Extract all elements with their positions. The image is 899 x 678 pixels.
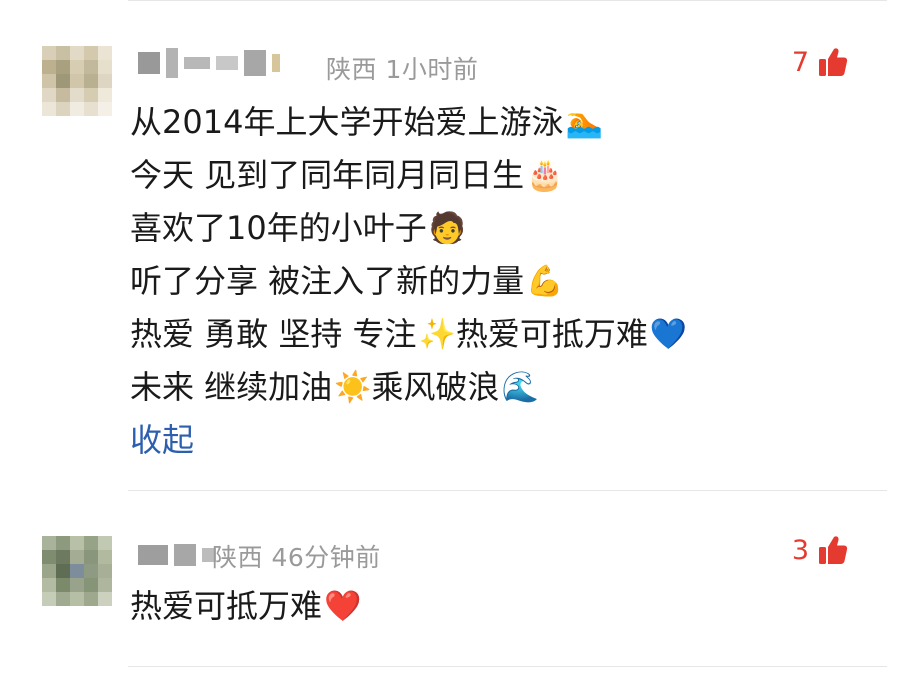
location: 陕西 [212, 543, 264, 572]
comment-text: 听了分享 被注入了新的力量 [130, 262, 525, 300]
divider [128, 490, 887, 491]
username[interactable] [138, 538, 216, 572]
location: 陕西 [326, 55, 378, 84]
comment-text: 喜欢了10年的小叶子 [130, 209, 427, 247]
comment-text: 乘风破浪 [371, 368, 500, 406]
wave-icon: 🌊 [501, 369, 539, 405]
comment-line: 喜欢了10年的小叶子 🧑 [130, 202, 687, 255]
username[interactable] [138, 46, 280, 80]
comment-text: 热爱可抵万难 [130, 587, 323, 625]
red-heart-icon: ❤️ [324, 588, 362, 624]
thumbs-up-icon [819, 536, 848, 564]
birthday-cake-icon: 🎂 [526, 157, 564, 193]
comment-text: 热爱 勇敢 坚持 专注 [130, 315, 417, 353]
comment-body: 热爱可抵万难 ❤️ [130, 580, 361, 633]
avatar[interactable] [42, 536, 112, 606]
avatar[interactable] [42, 46, 112, 116]
comment-list: 陕西 1小时前 7 从2014年上大学开始爱上游泳 🏊 今天 见到了同年同月同日生… [0, 0, 899, 678]
comment-line: 今天 见到了同年同月同日生 🎂 [130, 149, 687, 202]
comment-line: 从2014年上大学开始爱上游泳 🏊 [130, 96, 687, 149]
divider [128, 0, 887, 1]
comment-text: 今天 见到了同年同月同日生 [130, 156, 525, 194]
timestamp: 1小时前 [385, 55, 479, 84]
like-count: 7 [791, 46, 809, 78]
comment-text: 从2014年上大学开始爱上游泳 [130, 103, 564, 141]
blue-heart-icon: 💙 [649, 316, 688, 352]
like-button[interactable]: 3 [792, 534, 849, 566]
comment-line: 热爱 勇敢 坚持 专注 ✨ 热爱可抵万难 💙 [130, 308, 687, 361]
comment-meta: 陕西 1小时前 [326, 50, 478, 86]
comment-line: 热爱可抵万难 ❤️ [130, 580, 361, 633]
sparkles-icon: ✨ [418, 316, 456, 352]
thumbs-up-icon [819, 48, 848, 76]
comment-body: 从2014年上大学开始爱上游泳 🏊 今天 见到了同年同月同日生 🎂 喜欢了10年的小… [130, 96, 687, 467]
timestamp: 46分钟前 [271, 543, 381, 572]
collapse-link[interactable]: 收起 [130, 414, 194, 467]
like-count: 3 [791, 534, 809, 566]
flexed-biceps-icon: 💪 [526, 263, 564, 299]
comment-line: 未来 继续加油 ☀️ 乘风破浪 🌊 [130, 361, 687, 414]
person-icon: 🧑 [428, 210, 467, 246]
like-button[interactable]: 7 [792, 46, 849, 78]
comment-text: 未来 继续加油 [130, 368, 333, 406]
swimmer-icon: 🏊 [565, 104, 603, 140]
comment-line: 收起 [130, 414, 687, 467]
comment-line: 听了分享 被注入了新的力量 💪 [130, 255, 687, 308]
comment-meta: 陕西 46分钟前 [212, 538, 381, 574]
comment-text: 热爱可抵万难 [455, 315, 648, 353]
sun-icon: ☀️ [334, 369, 372, 405]
divider [128, 666, 887, 667]
